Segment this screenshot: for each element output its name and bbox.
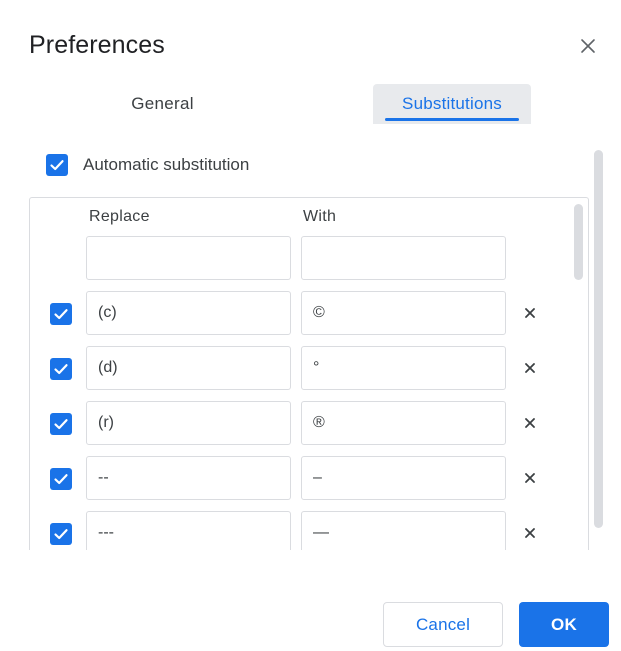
replace-input[interactable]: (d) bbox=[86, 346, 291, 390]
tab-substitutions-label: Substitutions bbox=[402, 94, 502, 113]
checkmark-icon bbox=[50, 160, 64, 171]
checkmark-icon bbox=[54, 529, 68, 540]
row-enabled-checkbox[interactable] bbox=[50, 358, 72, 380]
row-enabled-checkbox[interactable] bbox=[50, 413, 72, 435]
tab-general[interactable]: General bbox=[100, 84, 225, 124]
tab-general-label: General bbox=[131, 94, 194, 113]
delete-row-button[interactable] bbox=[520, 523, 540, 543]
substitutions-table: Replace With (c) © (d) ° (r) ® -- – --- … bbox=[29, 197, 589, 550]
preferences-dialog: Preferences General Substitutions Automa… bbox=[0, 0, 621, 651]
delete-row-button[interactable] bbox=[520, 303, 540, 323]
delete-row-button[interactable] bbox=[520, 358, 540, 378]
delete-icon bbox=[525, 418, 535, 428]
checkmark-icon bbox=[54, 309, 68, 320]
ok-button[interactable]: OK bbox=[519, 602, 609, 647]
delete-row-button[interactable] bbox=[520, 413, 540, 433]
with-input[interactable]: © bbox=[301, 291, 506, 335]
active-tab-indicator bbox=[385, 118, 519, 121]
close-button[interactable] bbox=[575, 33, 601, 59]
row-enabled-checkbox[interactable] bbox=[50, 303, 72, 325]
with-input[interactable]: ® bbox=[301, 401, 506, 445]
column-header-replace: Replace bbox=[89, 208, 150, 225]
delete-icon bbox=[525, 473, 535, 483]
delete-row-button[interactable] bbox=[520, 468, 540, 488]
checkmark-icon bbox=[54, 364, 68, 375]
table-scrollbar[interactable] bbox=[574, 204, 583, 280]
automatic-substitution-checkbox[interactable] bbox=[46, 154, 68, 176]
dialog-title: Preferences bbox=[29, 31, 165, 59]
row-enabled-checkbox[interactable] bbox=[50, 523, 72, 545]
automatic-substitution-label: Automatic substitution bbox=[83, 155, 250, 174]
checkmark-icon bbox=[54, 474, 68, 485]
row-enabled-checkbox[interactable] bbox=[50, 468, 72, 490]
tab-substitutions[interactable]: Substitutions bbox=[373, 84, 531, 124]
close-icon bbox=[581, 39, 595, 53]
column-header-with: With bbox=[303, 208, 337, 225]
with-input[interactable]: ° bbox=[301, 346, 506, 390]
cancel-button[interactable]: Cancel bbox=[383, 602, 503, 647]
new-with-input[interactable] bbox=[301, 236, 506, 280]
delete-icon bbox=[525, 528, 535, 538]
with-input[interactable]: – bbox=[301, 456, 506, 500]
replace-input[interactable]: --- bbox=[86, 511, 291, 550]
dialog-scrollbar[interactable] bbox=[594, 150, 603, 528]
new-replace-input[interactable] bbox=[86, 236, 291, 280]
delete-icon bbox=[525, 363, 535, 373]
with-input[interactable]: — bbox=[301, 511, 506, 550]
checkmark-icon bbox=[54, 419, 68, 430]
replace-input[interactable]: (r) bbox=[86, 401, 291, 445]
replace-input[interactable]: (c) bbox=[86, 291, 291, 335]
replace-input[interactable]: -- bbox=[86, 456, 291, 500]
delete-icon bbox=[525, 308, 535, 318]
